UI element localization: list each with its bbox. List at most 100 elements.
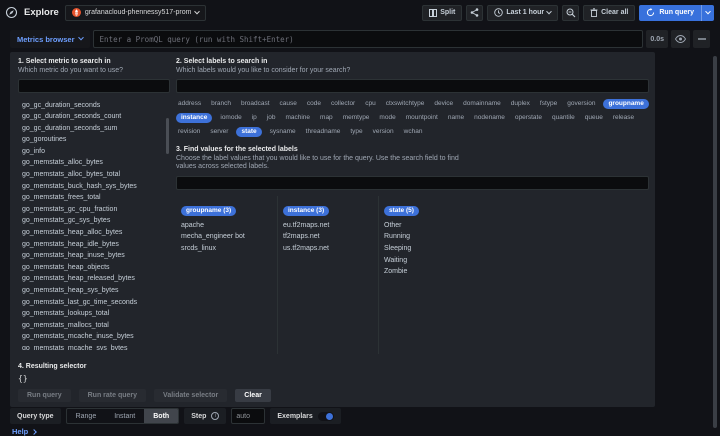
label-chip[interactable]: cause [278, 99, 299, 109]
metric-list-item[interactable]: go_memstats_heap_released_bytes [18, 273, 163, 285]
zoom-out-button[interactable] [562, 5, 579, 21]
label-chip[interactable]: address [176, 99, 203, 109]
label-chip[interactable]: type [348, 127, 364, 137]
run-rate-query-button[interactable]: Run rate query [79, 389, 146, 402]
label-chip[interactable]: cpu [363, 99, 377, 109]
value-list-item[interactable]: srcds_linux [181, 243, 272, 255]
run-query-button[interactable]: Run query [639, 5, 701, 21]
value-list-item[interactable]: apache [181, 220, 272, 232]
label-chip[interactable]: quantile [550, 113, 577, 123]
datasource-picker[interactable]: grafanacloud-phennessy517-prom [65, 5, 207, 21]
label-chip[interactable]: mode [377, 113, 397, 123]
metric-list-item[interactable]: go_memstats_alloc_bytes [18, 157, 163, 169]
value-list-item[interactable]: mecha_engineer bot [181, 231, 272, 243]
label-chip[interactable]: operstate [513, 113, 544, 123]
metric-list-item[interactable]: go_memstats_mcache_sys_bytes [18, 343, 163, 350]
run-query-caret-button[interactable] [701, 5, 714, 21]
value-list-item[interactable]: tf2maps.net [283, 231, 373, 243]
metric-list-item[interactable]: go_memstats_gc_sys_bytes [18, 215, 163, 227]
label-chip[interactable]: queue [583, 113, 605, 123]
value-list-item[interactable]: Zombie [384, 266, 474, 278]
metric-list-item[interactable]: go_memstats_lookups_total [18, 308, 163, 320]
label-search-input[interactable] [176, 79, 649, 93]
metric-list-item[interactable]: go_memstats_alloc_bytes_total [18, 169, 163, 181]
label-chip[interactable]: ctxswitchtype [384, 99, 427, 109]
value-search-input[interactable] [176, 176, 649, 190]
label-chip[interactable]: collector [329, 99, 357, 109]
promql-query-input[interactable] [93, 30, 644, 48]
collapse-query-button[interactable] [693, 30, 710, 48]
label-chip[interactable]: domainname [461, 99, 503, 109]
query-type-option-instant[interactable]: Instant [105, 409, 144, 423]
label-chip[interactable]: sysname [268, 127, 298, 137]
help-link[interactable]: Help [12, 427, 36, 436]
metric-list-item[interactable]: go_goroutines [18, 134, 163, 146]
value-list-item[interactable]: Waiting [384, 255, 474, 267]
label-chip[interactable]: name [446, 113, 466, 123]
label-chip[interactable]: goversion [565, 99, 597, 109]
metric-list-item[interactable]: go_memstats_mallocs_total [18, 320, 163, 332]
label-chip[interactable]: fstype [538, 99, 559, 109]
metric-list-item[interactable]: go_memstats_heap_sys_bytes [18, 285, 163, 297]
label-chip[interactable]: map [318, 113, 335, 123]
value-column-header[interactable]: instance (3) [283, 206, 329, 216]
metric-list-item[interactable]: go_memstats_heap_objects [18, 262, 163, 274]
label-chip[interactable]: memtype [341, 113, 372, 123]
label-chip[interactable]: server [208, 127, 230, 137]
label-chip[interactable]: code [305, 99, 323, 109]
label-chip[interactable]: broadcast [239, 99, 272, 109]
metric-list-item[interactable]: go_memstats_mcache_inuse_bytes [18, 331, 163, 343]
metric-list-item[interactable]: go_gc_duration_seconds_sum [18, 123, 163, 135]
metric-list-item[interactable]: go_memstats_heap_idle_bytes [18, 239, 163, 251]
label-chip[interactable]: machine [283, 113, 312, 123]
page-scrollbar[interactable] [713, 56, 717, 428]
query-type-option-range[interactable]: Range [67, 409, 106, 423]
run-query-split-button[interactable]: Run query [639, 5, 714, 21]
label-chip[interactable]: state [236, 127, 261, 137]
metric-list-item[interactable]: go_memstats_buck_hash_sys_bytes [18, 181, 163, 193]
metric-list-item[interactable]: go_memstats_frees_total [18, 192, 163, 204]
time-range-picker[interactable]: Last 1 hour [487, 5, 558, 21]
value-column-header[interactable]: state (5) [384, 206, 419, 216]
validate-selector-button[interactable]: Validate selector [154, 389, 227, 402]
metric-list-item[interactable]: go_gc_duration_seconds [18, 100, 163, 112]
step-input[interactable] [231, 408, 265, 424]
label-chip[interactable]: mountpoint [404, 113, 440, 123]
value-list-item[interactable]: Running [384, 231, 474, 243]
drawer-run-query-button[interactable]: Run query [18, 389, 71, 402]
share-button[interactable] [466, 5, 483, 21]
label-chip[interactable]: groupname [603, 99, 648, 109]
label-chip[interactable]: wchan [402, 127, 425, 137]
value-list-item[interactable]: eu.tf2maps.net [283, 220, 373, 232]
metric-list-item[interactable]: go_memstats_gc_cpu_fraction [18, 204, 163, 216]
metric-list-item[interactable]: go_memstats_heap_inuse_bytes [18, 250, 163, 262]
value-list-item[interactable]: Sleeping [384, 243, 474, 255]
clear-button[interactable]: Clear [235, 389, 271, 402]
metric-list-item[interactable]: go_gc_duration_seconds_count [18, 111, 163, 123]
split-button[interactable]: Split [422, 5, 462, 21]
value-list-item[interactable]: us.tf2maps.net [283, 243, 373, 255]
label-chip[interactable]: job [265, 113, 278, 123]
info-circle-icon[interactable]: i [211, 412, 219, 420]
label-chip[interactable]: release [611, 113, 636, 123]
label-chip[interactable]: version [371, 127, 396, 137]
label-chip[interactable]: duplex [509, 99, 532, 109]
label-chip[interactable]: branch [209, 99, 233, 109]
label-chip[interactable]: device [432, 99, 455, 109]
label-chip[interactable]: ip [250, 113, 259, 123]
exemplars-toggle[interactable] [318, 412, 334, 421]
metric-list-item[interactable]: go_memstats_heap_alloc_bytes [18, 227, 163, 239]
metric-search-input[interactable] [18, 79, 170, 93]
metric-list-item[interactable]: go_info [18, 146, 163, 158]
clear-all-button[interactable]: Clear all [583, 5, 635, 21]
metric-list-item[interactable]: go_memstats_last_gc_time_seconds [18, 297, 163, 309]
value-column-header[interactable]: groupname (3) [181, 206, 236, 216]
label-chip[interactable]: iomode [218, 113, 243, 123]
query-type-option-both[interactable]: Both [144, 409, 178, 423]
metrics-browser-toggle[interactable]: Metrics browser [10, 30, 90, 48]
label-chip[interactable]: revision [176, 127, 202, 137]
metric-list-scrollbar[interactable] [166, 118, 169, 154]
label-chip[interactable]: instance [176, 113, 212, 123]
label-chip[interactable]: threadname [304, 127, 343, 137]
label-chip[interactable]: nodename [472, 113, 507, 123]
